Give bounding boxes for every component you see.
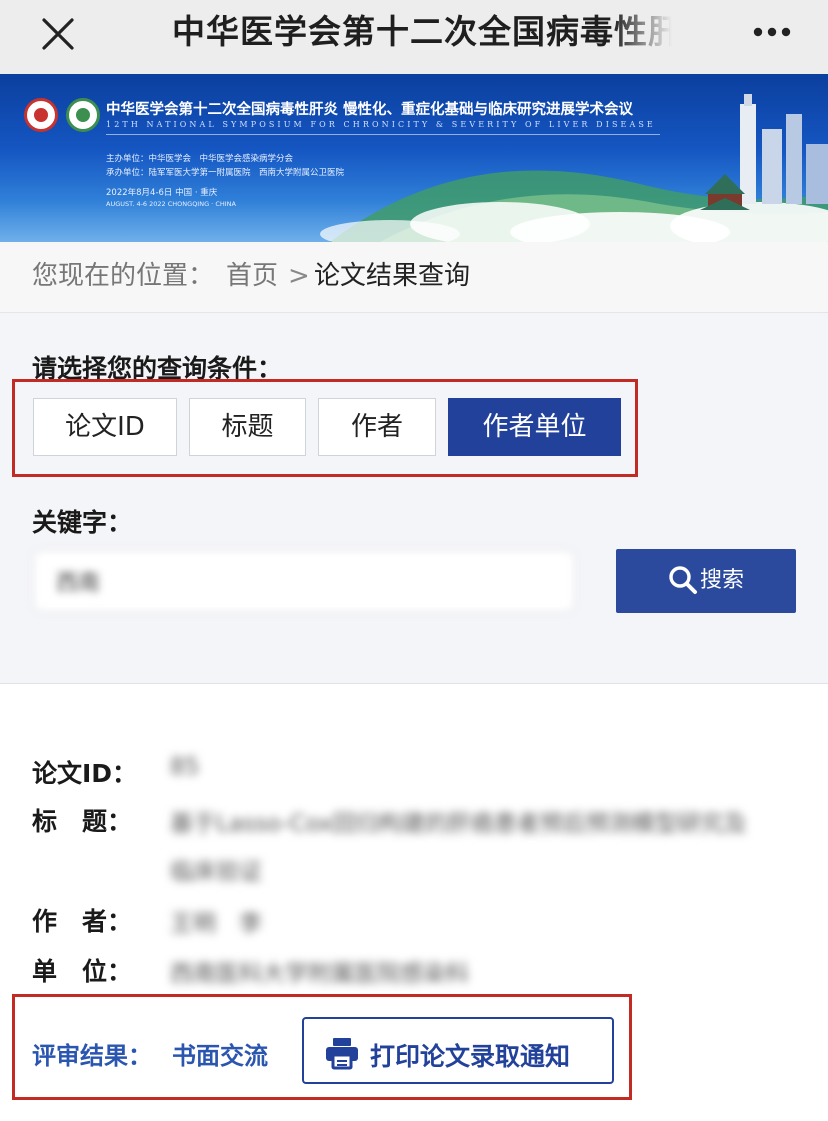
result-title-value-line2: 临床验证 [170,859,262,885]
banner-organizer: 承办单位：陆军军医大学第一附属医院 西南大学附属公卫医院 [106,168,345,178]
breadcrumb-separator: > [288,261,310,291]
result-title-value-line1: 基于Lasso-Cox回归构建的肝癌患者预后预测模型研究及 [170,811,747,837]
result-title-label: 标 题： [32,807,133,836]
breadcrumb-home-link[interactable]: 首页 [226,258,278,294]
option-paper-id[interactable]: 论文ID [33,398,177,456]
banner-title: 中华医学会第十二次全国病毒性肝炎 慢性化、重症化基础与临床研究进展学术会议 [106,102,634,118]
keyword-label: 关键字： [32,508,133,537]
result-author-label: 作 者： [32,907,133,936]
option-author-unit-selected[interactable]: 作者单位 [448,398,621,456]
search-icon [669,566,697,594]
option-author[interactable]: 作者 [318,398,436,456]
query-panel: 请选择您的查询条件： 论文ID 标题 作者 作者单位 关键字： 搜索 [0,312,828,684]
wechat-top-bar: 中华医学会第十二次全国病毒性肝炎 [0,0,828,74]
search-button[interactable]: 搜索 [616,549,796,613]
page-title: 中华医学会第十二次全国病毒性肝炎 [172,12,672,51]
search-button-label: 搜索 [700,568,745,593]
banner-host: 主办单位：中华医学会 中华医学会感染病学分会 [106,154,294,164]
result-unit-value: 西南医科大学附属医院感染科 [170,961,469,987]
banner-date: 2022年8月4-6日 中国 · 重庆 [106,188,218,198]
society-logo [66,98,100,132]
print-acceptance-notice-button[interactable]: 打印论文录取通知 [302,1017,614,1084]
breadcrumb-current: 论文结果查询 [314,261,471,291]
cma-logo [24,98,58,132]
search-input[interactable] [33,550,575,612]
result-id-label: 论文ID： [32,759,138,788]
review-result-label: 评审结果： [32,1042,152,1070]
review-result-value: 书面交流 [172,1042,268,1070]
printer-icon [326,1038,358,1070]
banner-subtitle: 12TH NATIONAL SYMPOSIUM FOR CHRONICITY &… [106,120,656,129]
result-id-value: 85 [170,754,200,780]
banner-date-en: AUGUST. 4-6 2022 CHONGQING · CHINA [106,200,236,208]
print-button-label: 打印论文录取通知 [370,1042,571,1071]
breadcrumb-prefix: 您现在的位置： [32,261,215,291]
banner-divider [106,134,660,135]
close-icon[interactable] [36,12,80,56]
breadcrumb: 您现在的位置： 首页 > 论文结果查询 [0,242,828,312]
result-author-value: 王明 李 [170,911,262,937]
option-title[interactable]: 标题 [189,398,306,456]
result-unit-label: 单 位： [32,957,133,986]
more-options-icon[interactable] [744,14,800,50]
conference-banner: 中华医学会第十二次全国病毒性肝炎 慢性化、重症化基础与临床研究进展学术会议 12… [0,74,828,242]
